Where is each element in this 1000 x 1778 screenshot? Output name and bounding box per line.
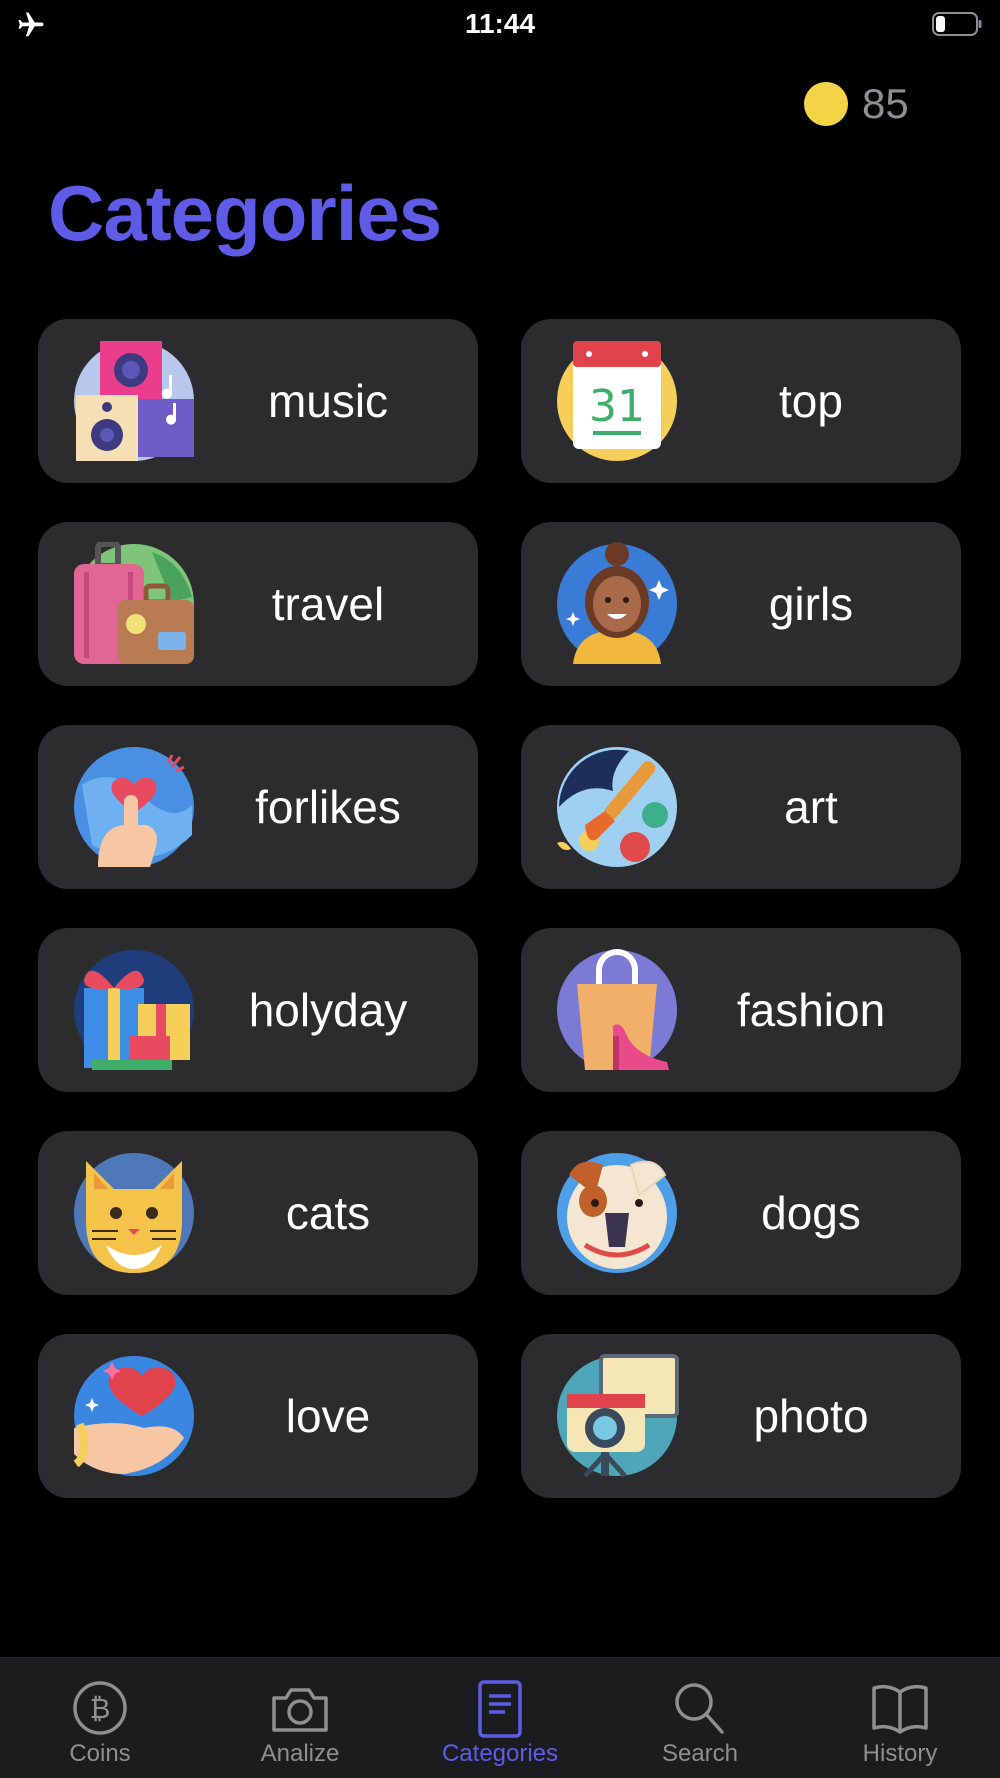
category-label: cats: [285, 1187, 371, 1239]
tab-bar: ₿ Coins Analize Categories Search Histor…: [0, 1657, 1000, 1778]
svg-text:31: 31: [589, 381, 645, 432]
bulldog-face-icon: [555, 1151, 679, 1275]
tab-label: Categories: [441, 1740, 559, 1767]
category-card-holyday[interactable]: holyday: [38, 928, 478, 1092]
category-card-forlikes[interactable]: forlikes: [38, 725, 478, 889]
hand-heart-icon: [72, 1354, 196, 1478]
tab-coins[interactable]: ₿ Coins: [0, 1658, 200, 1778]
status-time: 11:44: [464, 8, 536, 39]
cat-face-icon: [72, 1151, 196, 1275]
category-label: fashion: [736, 984, 886, 1036]
category-card-art[interactable]: art: [521, 725, 961, 889]
category-card-girls[interactable]: girls: [521, 522, 961, 686]
book-icon: [868, 1678, 932, 1742]
category-card-top[interactable]: 31 top: [521, 319, 961, 483]
document-icon: [468, 1678, 532, 1742]
page-title: Categories: [48, 169, 442, 257]
coin-balance[interactable]: 85: [804, 78, 909, 130]
category-label: love: [285, 1390, 371, 1442]
magnifier-icon: [668, 1678, 732, 1742]
tab-label: Coins: [69, 1740, 131, 1767]
camera-icon: [555, 1354, 679, 1478]
category-card-music[interactable]: music: [38, 319, 478, 483]
tab-search[interactable]: Search: [600, 1658, 800, 1778]
battery-icon: [932, 12, 982, 36]
bitcoin-icon: ₿: [68, 1678, 132, 1742]
status-bar: 11:44: [0, 0, 1000, 50]
category-card-photo[interactable]: photo: [521, 1334, 961, 1498]
category-card-fashion[interactable]: fashion: [521, 928, 961, 1092]
coin-icon: [804, 82, 848, 126]
tab-categories[interactable]: Categories: [400, 1658, 600, 1778]
shopping-bag-heel-icon: [555, 948, 679, 1072]
finger-heart-icon: [72, 745, 196, 869]
tab-label: History: [862, 1740, 938, 1767]
tab-history[interactable]: History: [800, 1658, 1000, 1778]
category-grid: music 31 top travel girls forlikes art h…: [38, 319, 961, 1498]
coin-count: 85: [862, 80, 909, 127]
girl-avatar-icon: [555, 542, 679, 666]
calendar-31-icon: 31: [555, 339, 679, 463]
camera-icon: [268, 1678, 332, 1742]
category-label: dogs: [761, 1187, 861, 1239]
category-card-cats[interactable]: cats: [38, 1131, 478, 1295]
paint-palette-icon: [555, 745, 679, 869]
category-label: forlikes: [255, 781, 401, 833]
suitcase-icon: [72, 542, 196, 666]
category-label: travel: [271, 578, 385, 630]
category-card-dogs[interactable]: dogs: [521, 1131, 961, 1295]
category-card-travel[interactable]: travel: [38, 522, 478, 686]
category-label: holyday: [248, 984, 408, 1036]
gift-box-icon: [72, 948, 196, 1072]
music-speakers-icon: [72, 339, 196, 463]
tab-analize[interactable]: Analize: [200, 1658, 400, 1778]
tab-label: Analize: [260, 1740, 340, 1767]
category-label: top: [779, 375, 843, 427]
category-label: photo: [753, 1390, 869, 1442]
tab-label: Search: [661, 1740, 739, 1767]
category-card-love[interactable]: love: [38, 1334, 478, 1498]
category-label: music: [267, 375, 389, 427]
category-label: girls: [768, 578, 854, 630]
svg-text:₿: ₿: [90, 1692, 111, 1725]
category-label: art: [784, 781, 838, 833]
